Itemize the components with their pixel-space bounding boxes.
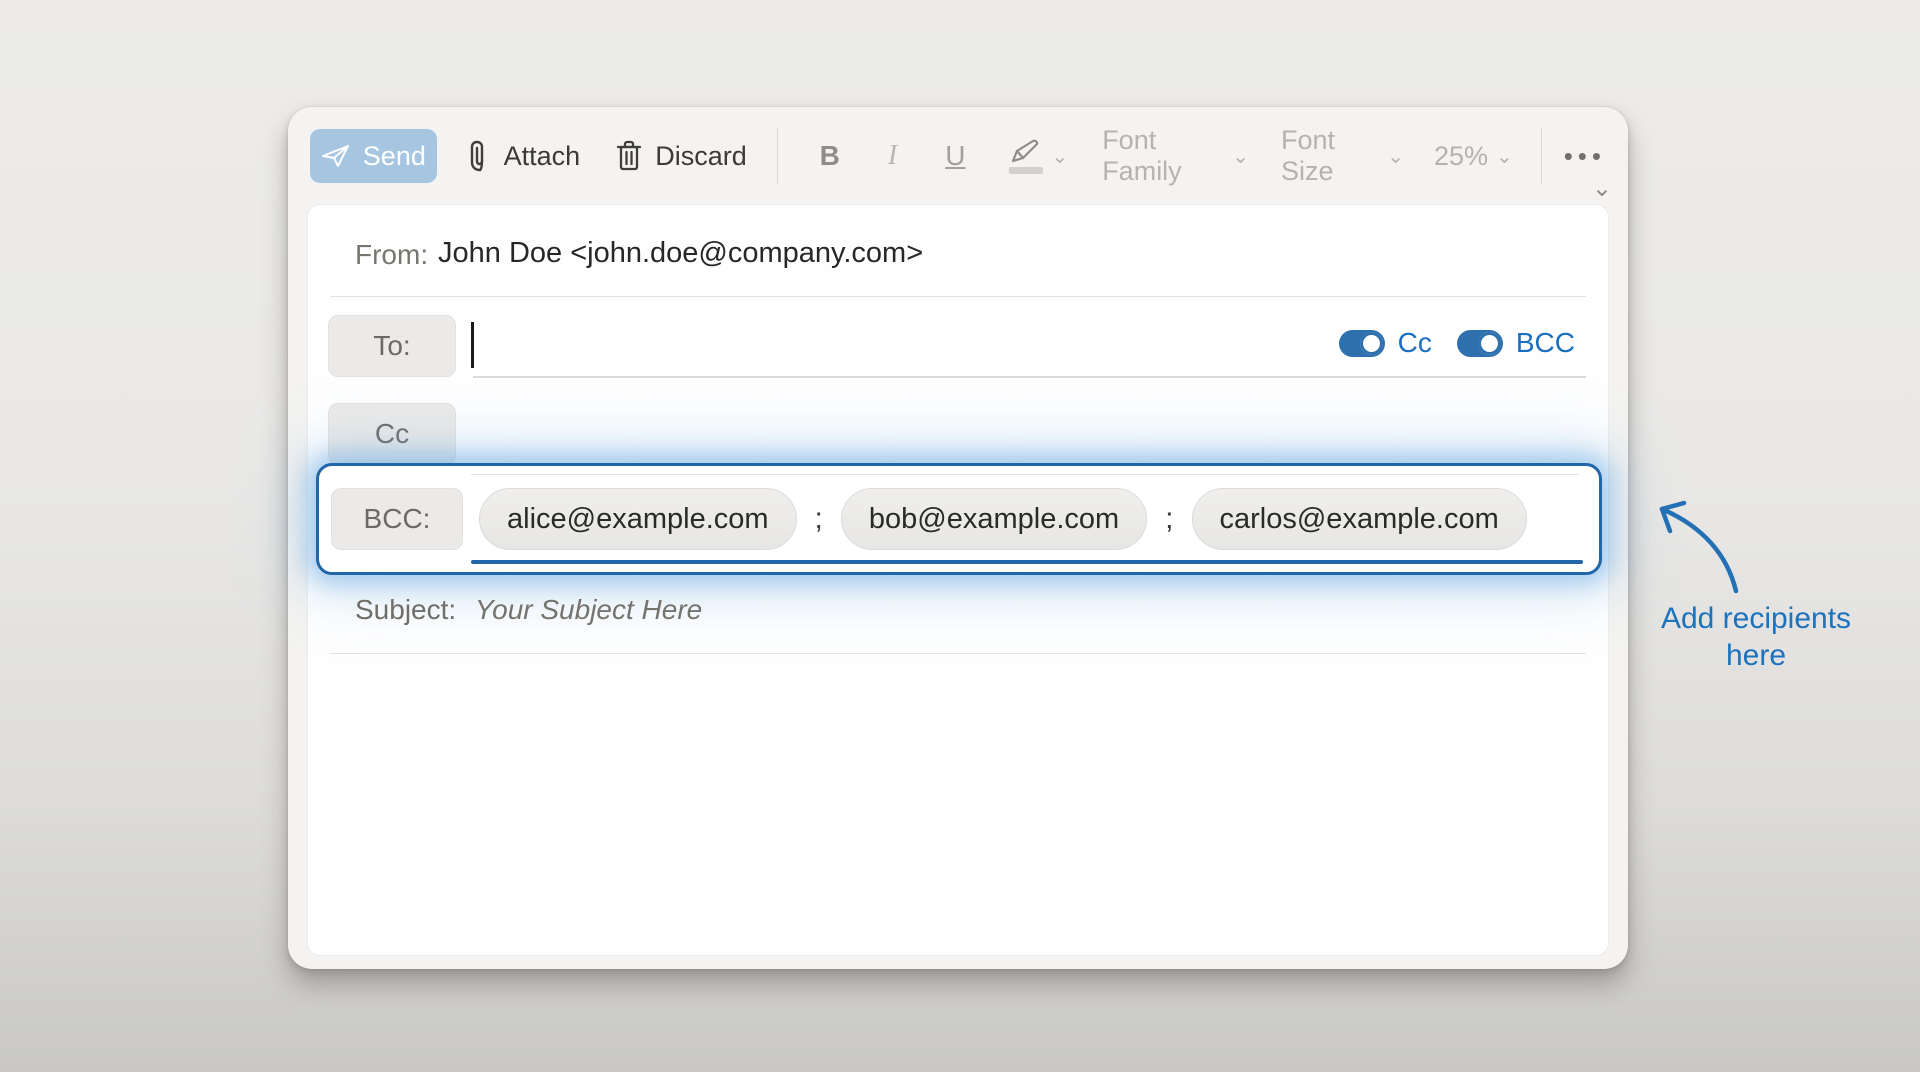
compose-card: From: John Doe <john.doe@company.com> To… [308,205,1608,955]
subject-label: Subject: [355,594,456,626]
desktop-background: { "toolbar": { "send_label": "Send", "at… [0,0,1920,1072]
cc-field-pill[interactable]: Cc [328,403,456,465]
zoom-value: 25% [1434,141,1488,172]
recipient-chip[interactable]: alice@example.com [479,488,797,550]
subject-input[interactable]: Your Subject Here [475,594,702,626]
recipient-separator: ; [815,502,823,536]
bold-button[interactable]: B [820,140,840,172]
highlight-color-swatch [1009,167,1043,174]
font-family-label: Font Family [1102,125,1224,187]
chevron-down-icon: ⌄ [1232,144,1249,169]
send-button[interactable]: Send [310,129,437,183]
message-body-input[interactable] [308,655,1608,955]
from-value: John Doe <john.doe@company.com> [438,237,923,270]
chevron-down-icon: ⌄ [1051,144,1068,169]
italic-button[interactable]: I [888,140,897,172]
to-field-pill[interactable]: To: [328,315,456,377]
divider [473,376,1586,378]
paperclip-icon [469,139,491,173]
discard-label: Discard [655,141,747,172]
toggle-knob [1478,332,1501,355]
annotation-arrow [1638,496,1758,601]
recipient-toggles: Cc BCC [1339,327,1575,359]
highlight-pen-button[interactable]: ⌄ [1009,139,1068,174]
divider [330,653,1586,654]
font-size-label: Font Size [1281,125,1379,187]
attach-label: Attach [504,141,581,172]
bcc-input-underline [471,560,1583,564]
divider [330,296,1586,297]
bcc-toggle-label: BCC [1516,327,1575,359]
compose-window: Send Attach Discard B I [288,107,1628,969]
send-label: Send [363,141,426,172]
from-label: From: [355,239,428,271]
recipient-chip[interactable]: carlos@example.com [1192,488,1527,550]
toolbar-collapse-chevron-icon[interactable]: ⌄ [1592,174,1612,203]
chevron-down-icon: ⌄ [1387,144,1404,169]
cc-toggle-label: Cc [1398,327,1432,359]
to-input[interactable] [468,313,1248,377]
overflow-menu-button[interactable]: ••• [1564,141,1606,172]
toolbar-divider [777,128,778,184]
toolbar-divider [1541,128,1542,184]
annotation-label: Add recipients here [1638,600,1874,674]
underline-button[interactable]: U [945,140,965,172]
trash-icon [616,140,642,172]
toggle-knob [1360,332,1383,355]
zoom-dropdown[interactable]: 25% ⌄ [1434,141,1513,172]
recipient-chip[interactable]: bob@example.com [841,488,1147,550]
bcc-field-highlighted[interactable]: BCC: alice@example.com ; bob@example.com… [316,463,1602,575]
recipient-separator: ; [1165,502,1173,536]
discard-button[interactable]: Discard [616,140,747,172]
divider [471,474,1579,475]
font-size-dropdown[interactable]: Font Size ⌄ [1281,125,1404,187]
bcc-toggle[interactable] [1457,330,1503,357]
attach-button[interactable]: Attach [469,139,581,173]
cc-toggle[interactable] [1339,330,1385,357]
highlighter-pen-icon [1009,139,1043,174]
compose-toolbar: Send Attach Discard B I [288,107,1628,205]
font-family-dropdown[interactable]: Font Family ⌄ [1102,125,1249,187]
send-plane-icon [321,143,351,169]
chevron-down-icon: ⌄ [1496,144,1513,169]
bcc-field-pill[interactable]: BCC: [331,488,463,550]
